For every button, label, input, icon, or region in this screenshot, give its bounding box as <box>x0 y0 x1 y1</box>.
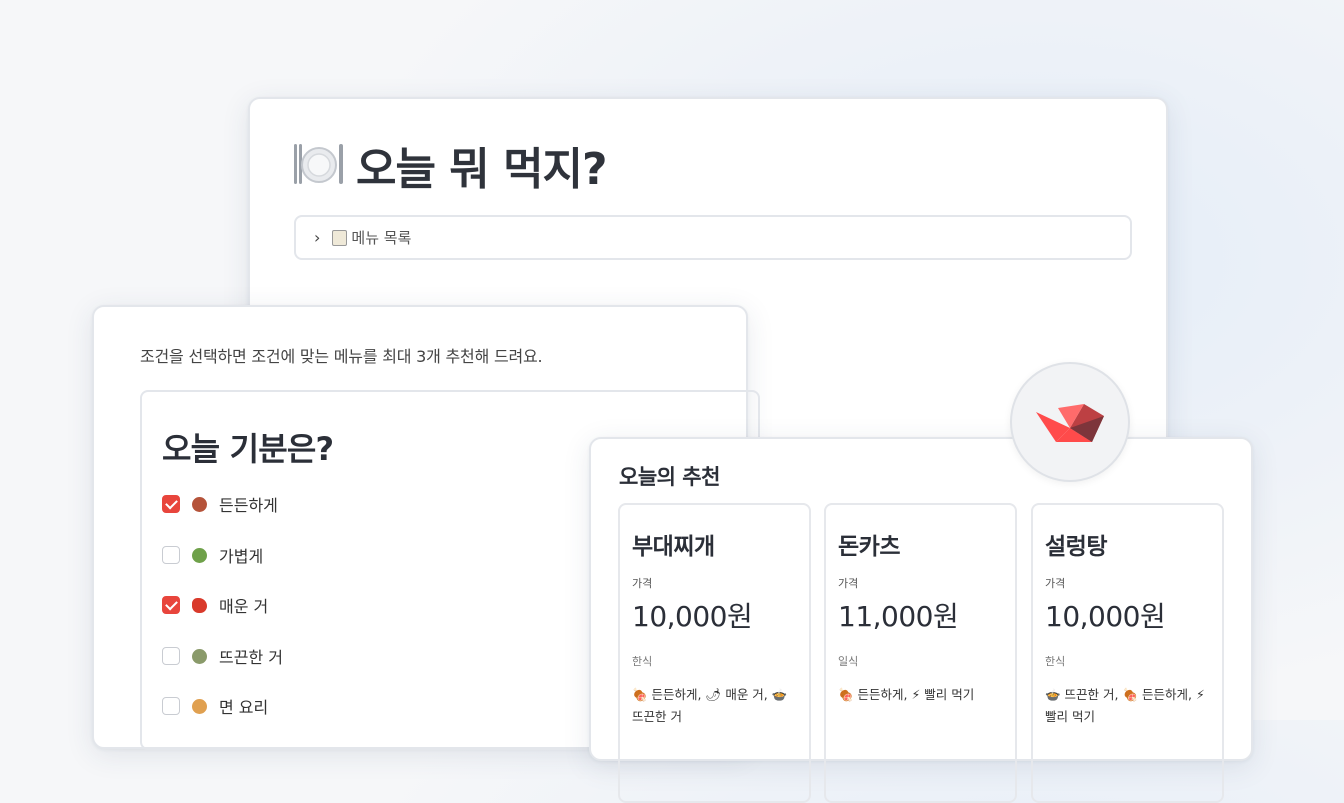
menu-tags: 🍖 든든하게, 🌶 매운 거, 🍲 뜨끈한 거 <box>632 687 788 724</box>
menu-name: 설렁탕 <box>1045 534 1107 560</box>
meat-icon <box>192 496 207 512</box>
noodle-icon <box>192 698 207 714</box>
main-title-text: 오늘 뭐 먹지? <box>356 144 608 195</box>
menu-tags: 🍲 뜨끈한 거, 🍖 든든하게, ⚡ 빨리 먹기 <box>1045 687 1205 724</box>
menu-card: 돈카츠 가격 11,000원 일식 🍖 든든하게, ⚡ 빨리 먹기 <box>824 503 1017 803</box>
menu-name: 부대찌개 <box>632 534 715 560</box>
mood-title: 오늘 기분은? <box>162 430 334 468</box>
option-light[interactable]: 가볍게 <box>162 543 263 567</box>
menu-price: 10,000원 <box>1045 600 1166 633</box>
menu-category: 한식 <box>632 655 653 668</box>
streamlit-logo-icon <box>1036 404 1104 442</box>
checkbox-hearty[interactable] <box>162 495 180 513</box>
salad-icon <box>192 547 207 563</box>
recommendation-card: 오늘의 추천 부대찌개 가격 10,000원 한식 🍖 든든하게, 🌶 매운 거… <box>589 437 1253 803</box>
stew-icon <box>192 648 207 664</box>
menu-name: 돈카츠 <box>838 534 900 560</box>
streamlit-logo-badge <box>1010 362 1130 482</box>
option-hearty[interactable]: 든든하게 <box>162 492 278 516</box>
menu-price: 11,000원 <box>838 600 959 633</box>
option-label: 매운 거 <box>219 597 269 616</box>
option-noodle[interactable]: 면 요리 <box>162 694 268 718</box>
price-label: 가격 <box>632 577 653 590</box>
price-label: 가격 <box>838 577 859 590</box>
option-label: 뜨끈한 거 <box>219 648 283 667</box>
price-label: 가격 <box>1045 577 1066 590</box>
checkbox-noodle[interactable] <box>162 697 180 715</box>
option-label: 든든하게 <box>219 496 278 515</box>
menu-category: 한식 <box>1045 655 1066 668</box>
menu-category: 일식 <box>838 655 859 668</box>
checkbox-light[interactable] <box>162 546 180 564</box>
checkbox-spicy[interactable] <box>162 596 180 614</box>
menu-list-expander[interactable]: › 메뉴 목록 <box>294 215 1132 260</box>
page-title: 오늘 뭐 먹지? <box>292 133 608 197</box>
option-warm[interactable]: 뜨끈한 거 <box>162 644 283 668</box>
notebook-icon <box>332 229 348 246</box>
menu-price: 10,000원 <box>632 600 753 633</box>
expander-label: 메뉴 목록 <box>351 229 412 247</box>
menu-tags: 🍖 든든하게, ⚡ 빨리 먹기 <box>838 687 975 702</box>
option-label: 면 요리 <box>219 698 269 717</box>
option-label: 가볍게 <box>219 547 264 566</box>
chili-icon <box>192 597 207 613</box>
menu-card: 설렁탕 가격 10,000원 한식 🍲 뜨끈한 거, 🍖 든든하게, ⚡ 빨리 … <box>1031 503 1224 803</box>
chevron-right-icon: › <box>314 228 321 247</box>
option-spicy[interactable]: 매운 거 <box>162 593 268 617</box>
plate-icon <box>292 138 346 192</box>
checkbox-warm[interactable] <box>162 647 180 665</box>
intro-text: 조건을 선택하면 조건에 맞는 메뉴를 최대 3개 추천해 드려요. <box>140 347 543 366</box>
menu-card: 부대찌개 가격 10,000원 한식 🍖 든든하게, 🌶 매운 거, 🍲 뜨끈한… <box>618 503 811 803</box>
recommendation-title: 오늘의 추천 <box>619 465 720 489</box>
